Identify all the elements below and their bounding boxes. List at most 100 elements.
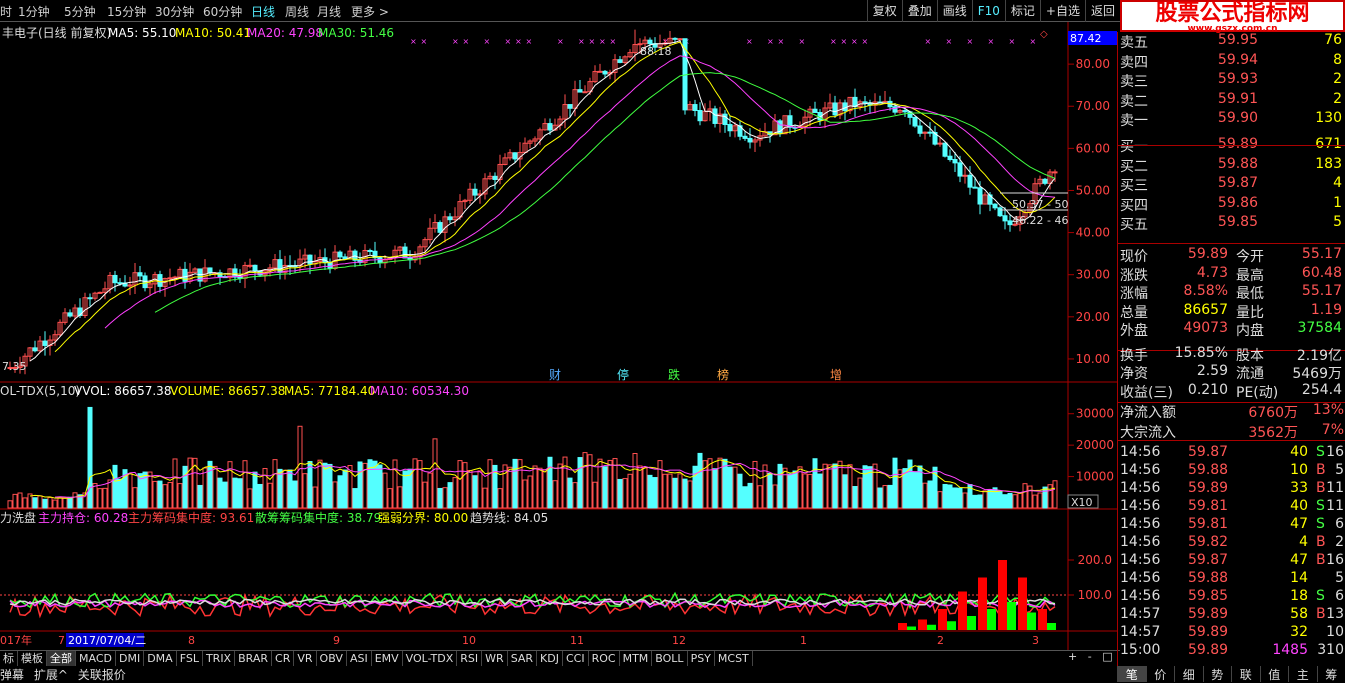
add-watchlist-button[interactable]: +自选 [1040, 0, 1085, 22]
indicator-tab[interactable]: TRIX [203, 651, 235, 666]
stat-label-2: 今开 [1236, 246, 1264, 266]
price-tick-label: 30.00 [1076, 268, 1110, 282]
candle-body [713, 109, 717, 124]
volume-bar [558, 464, 562, 508]
ind-name[interactable]: 力洗盘 [0, 510, 36, 525]
volume-bar [978, 495, 982, 508]
quote-tab[interactable]: 筹 [1317, 666, 1345, 682]
indicator-tab[interactable]: EMV [372, 651, 403, 666]
tf-1min[interactable]: 1分钟 [18, 3, 50, 20]
zoom-in-button[interactable]: + [1068, 650, 1077, 663]
fuquan-button[interactable]: 复权 [867, 0, 902, 22]
volume-bar [913, 472, 917, 508]
ma5-label: MA5: 55.10 [108, 26, 176, 40]
quote-tab[interactable]: 联 [1231, 666, 1260, 682]
window-button[interactable]: □ [1102, 650, 1112, 663]
indicator-tab[interactable]: OBV [317, 651, 347, 666]
volume-bar [928, 481, 932, 508]
draw-button[interactable]: 画线 [937, 0, 972, 22]
event-halt[interactable]: 停 [617, 367, 629, 382]
stat-value: 86657 [1158, 302, 1228, 318]
x-marker: × [463, 37, 470, 46]
high-annotation: 88.18 [640, 45, 672, 58]
volume-bar [733, 467, 737, 508]
indicator-tab[interactable]: DMA [144, 651, 177, 666]
indicator-tab[interactable]: FSL [177, 651, 203, 666]
indicator-tab[interactable]: ASI [347, 651, 372, 666]
tick-time: 14:56 [1120, 444, 1160, 460]
ma20-label: MA20: 47.98 [247, 26, 323, 40]
indicator-tab[interactable]: SAR [508, 651, 537, 666]
indicator-tab[interactable]: MCST [715, 651, 753, 666]
event-list[interactable]: 榜 [717, 367, 729, 382]
tf-daily[interactable]: 日线 [251, 3, 275, 20]
zoom-out-button[interactable]: - [1088, 650, 1092, 663]
indicator-tab[interactable]: RSI [457, 651, 482, 666]
x-marker: × [599, 37, 606, 46]
quote-tab[interactable]: 主 [1288, 666, 1317, 682]
f10-button[interactable]: F10 [972, 0, 1005, 22]
indicator-tab[interactable]: MTM [620, 651, 653, 666]
event-finance[interactable]: 财 [549, 368, 561, 382]
expand-link[interactable]: 扩展^ [34, 666, 74, 683]
indicator-tab[interactable]: ROC [589, 651, 620, 666]
indicator-tab[interactable]: VOL-TDX [403, 651, 458, 666]
event-add[interactable]: 增 [830, 368, 842, 382]
volume-bar [253, 472, 257, 508]
x-marker: × [515, 37, 522, 46]
tf-item[interactable]: 时 [0, 3, 12, 20]
tick-count: 13 [1326, 606, 1344, 622]
kline-chart[interactable]: 丰电子(日线 前复权) MA5: 55.10 MA10: 50.41 MA20:… [0, 22, 1117, 650]
indicator-tab[interactable]: KDJ [537, 651, 563, 666]
volume-bar [528, 476, 532, 508]
vol-indicator-name[interactable]: OL-TDX(5,10) [0, 384, 80, 398]
indicator-tab[interactable]: 标 [0, 651, 18, 666]
quote-tab[interactable]: 值 [1260, 666, 1289, 682]
quote-tab[interactable]: 细 [1174, 666, 1203, 682]
mark-button[interactable]: 标记 [1005, 0, 1040, 22]
volume-bar [448, 483, 452, 508]
quote-tab[interactable]: 势 [1203, 666, 1232, 682]
indicator-tab[interactable]: PSY [688, 651, 715, 666]
related-quote-link[interactable]: 关联报价 [78, 666, 132, 683]
danmu-link[interactable]: 弹幕 [0, 666, 30, 683]
back-button[interactable]: 返回 [1085, 0, 1120, 22]
x-marker: × [799, 37, 806, 46]
last-price-value: 87.42 [1070, 32, 1102, 45]
volume-bar [458, 461, 462, 508]
tf-weekly[interactable]: 周线 [285, 3, 309, 20]
volume-bar [608, 460, 612, 508]
tick-volume: 58 [1268, 606, 1308, 622]
tf-60min[interactable]: 60分钟 [203, 3, 242, 20]
tf-15min[interactable]: 15分钟 [107, 3, 146, 20]
volume-bar [893, 458, 897, 508]
indicator-tab[interactable]: CCI [563, 651, 589, 666]
overlay-button[interactable]: 叠加 [902, 0, 937, 22]
volume-bar [283, 470, 287, 508]
indicator-tab[interactable]: WR [482, 651, 508, 666]
quote-tab[interactable]: 笔 [1117, 666, 1146, 682]
volume-bar [768, 473, 772, 508]
tf-30min[interactable]: 30分钟 [155, 3, 194, 20]
indicator-tab[interactable]: 模板 [18, 651, 47, 666]
indicator-tab[interactable]: DMI [116, 651, 144, 666]
quote-tab[interactable]: 价 [1146, 666, 1175, 682]
tf-more[interactable]: 更多 > [351, 3, 389, 20]
indicator-tab[interactable]: CR [272, 651, 294, 666]
ind-tick-label: 100.0 [1078, 588, 1112, 602]
volume-bar [498, 489, 502, 508]
flow-percent: 7% [1322, 422, 1344, 438]
indicator-tab[interactable]: VR [294, 651, 316, 666]
tf-monthly[interactable]: 月线 [317, 3, 341, 20]
volume-bar [353, 489, 357, 508]
candle-body [943, 143, 947, 156]
indicator-tab[interactable]: MACD [76, 651, 116, 666]
indicator-tab[interactable]: BRAR [235, 651, 272, 666]
tf-5min[interactable]: 5分钟 [64, 3, 96, 20]
indicator-tab[interactable]: 全部 [47, 651, 76, 666]
tick-price: 59.81 [1188, 498, 1228, 514]
event-drop[interactable]: 跌 [668, 367, 680, 382]
indicator-tab[interactable]: BOLL [652, 651, 687, 666]
candle-body [618, 60, 622, 63]
tick-volume: 40 [1268, 444, 1308, 460]
